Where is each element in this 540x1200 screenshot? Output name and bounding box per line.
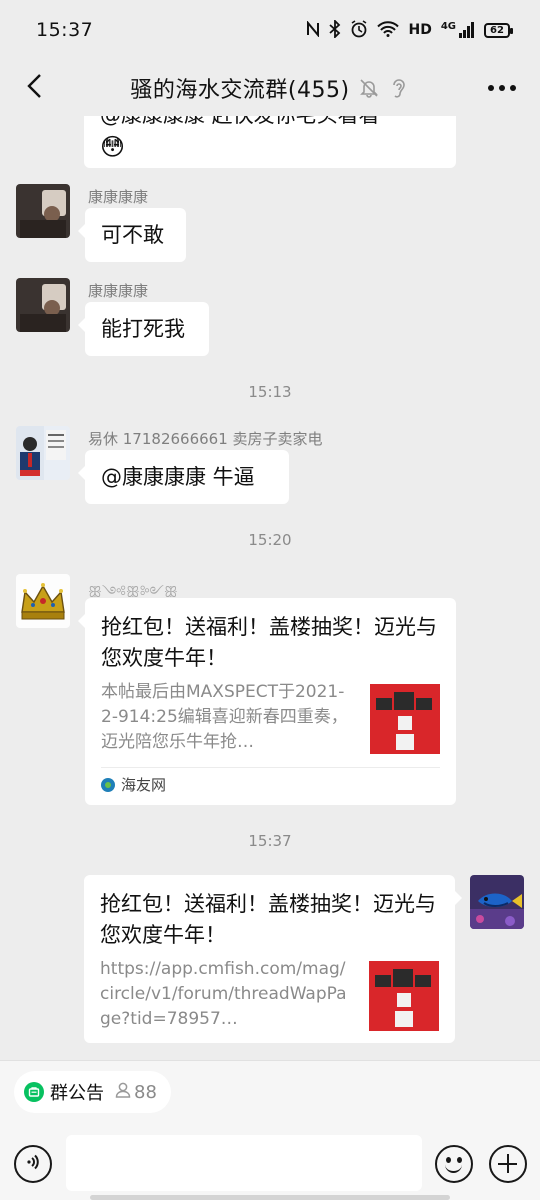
group-notice-label: 群公告 [50,1083,104,1104]
link-card-description: 本帖最后由MAXSPECT于2021-2-914:25编辑喜迎新春四重奏，迈光陪… [101,682,348,752]
home-indicator [90,1195,450,1200]
input-row [0,1135,540,1193]
nfc-icon [306,19,320,40]
sender-name: 康康康康 [88,282,149,300]
emoji-icon [445,1164,462,1173]
chat-title-group: 骚的海水交流群(455) [130,72,409,104]
link-card-title: 抢红包！送福利！盖楼抽奖！迈光与您欢度牛年！ [100,892,436,947]
status-icons: HD 4G 62 [306,18,513,41]
avatar[interactable] [16,426,70,480]
back-button[interactable] [14,66,54,110]
chat-footer: 群公告 88 [0,1060,540,1200]
sender-name: 易休 17182666661 卖房子卖家电 [88,430,323,448]
group-notice-button[interactable]: 群公告 88 [14,1071,171,1113]
source-icon [101,777,115,792]
mute-bell-icon [358,77,380,99]
message-input[interactable] [66,1135,422,1191]
member-count: 88 [114,1081,157,1104]
ear-icon [388,77,410,99]
link-card[interactable]: 抢红包！送福利！盖楼抽奖！迈光与您欢度牛年！ 本帖最后由MAXSPECT于202… [78,598,456,805]
link-card-thumbnail [369,961,439,1031]
sender-name: 康康康康 [88,188,149,206]
timestamp: 15:20 [248,531,292,549]
more-actions-button[interactable] [489,1145,527,1183]
message-bubble[interactable]: 可不敢 [78,208,186,262]
message-bubble[interactable]: @康康康康 牛逼 [78,450,289,504]
message-text: @康康康康 牛逼 [101,465,255,489]
battery-level: 62 [490,24,504,36]
status-bar: 15:37 HD 4G 62 [0,0,540,60]
wifi-icon [377,20,400,40]
signal-type-label: 4G [440,21,456,32]
battery-icon: 62 [484,22,513,38]
message-text: 能打死我 [101,317,185,341]
chat-title: 骚的海水交流群(455) [130,78,350,103]
message-bubble[interactable]: @康康康康 赶快发你宅头看看 😳 [84,116,456,168]
network-type-label: HD [408,22,432,38]
avatar[interactable] [470,875,524,929]
timestamp: 15:13 [248,383,292,401]
chat-header: 骚的海水交流群(455) [0,60,540,116]
back-icon [26,73,42,103]
alarm-icon [350,19,368,41]
link-card[interactable]: 抢红包！送福利！盖楼抽奖！迈光与您欢度牛年！ https://app.cmfis… [84,875,462,1043]
avatar[interactable] [16,184,70,238]
member-count-value: 88 [134,1081,157,1103]
link-card-description: https://app.cmfish.com/mag/circle/v1/for… [100,959,347,1029]
bluetooth-icon [329,18,341,41]
group-notice-icon [24,1082,44,1102]
message-text: @康康康康 赶快发你宅头看看 [100,116,440,130]
timestamp: 15:37 [248,832,292,850]
voice-button[interactable] [14,1145,52,1183]
emoji-button[interactable] [435,1145,473,1183]
message-emoji: 😳 [100,133,126,161]
person-icon [114,1081,132,1104]
message-bubble[interactable]: 能打死我 [78,302,209,356]
more-button[interactable] [484,72,520,104]
message-text: 可不敢 [101,223,164,247]
link-card-source-label: 海友网 [121,775,167,794]
signal-icon: 4G [441,22,475,38]
avatar[interactable] [16,278,70,332]
status-time: 15:37 [36,19,94,41]
link-card-source: 海友网 [101,767,440,801]
voice-icon [24,1153,42,1175]
link-card-thumbnail [370,684,440,754]
avatar[interactable] [16,574,70,628]
chat-message-list[interactable]: @康康康康 赶快发你宅头看看 😳 康康康康 可不敢 康康康康 能打死我 15:1… [0,116,540,1060]
more-icon [488,85,516,91]
link-card-title: 抢红包！送福利！盖楼抽奖！迈光与您欢度牛年！ [101,615,437,670]
